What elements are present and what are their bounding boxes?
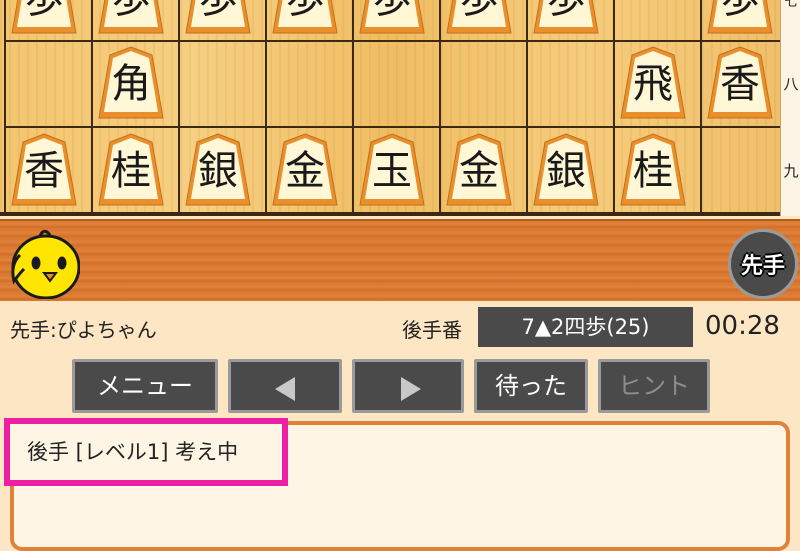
- status-highlight: 後手 [レベル1] 考え中: [4, 418, 288, 486]
- grid-line: [439, 0, 441, 216]
- rank-label-8: 八: [783, 75, 799, 93]
- rank-label-9: 九: [783, 162, 799, 180]
- last-move-display: 7▲2四歩(25): [478, 307, 693, 347]
- grid-line: [4, 126, 780, 128]
- turn-badge-label: 先手: [740, 254, 785, 279]
- piece-char: 玉: [372, 148, 412, 194]
- grid-line: [613, 0, 615, 216]
- piece-char: 歩: [444, 0, 514, 23]
- turn-indicator: 後手番: [402, 318, 462, 342]
- rank-label-strip: 七 八 九: [780, 0, 800, 216]
- piece-char: 角: [111, 61, 151, 107]
- piece-char: 歩: [183, 0, 253, 23]
- rank-label-partial: 七: [784, 0, 798, 10]
- undo-button[interactable]: 待った: [474, 359, 588, 413]
- piece-char: 桂: [633, 148, 673, 194]
- grid-line: [4, 40, 780, 42]
- piece-char: 歩: [270, 0, 340, 23]
- piece-stand[interactable]: [0, 219, 800, 301]
- piece-char: 歩: [705, 0, 775, 23]
- piece-char: 金: [459, 148, 499, 194]
- grid-line: [526, 0, 528, 216]
- grid-line: [700, 0, 702, 216]
- player-name: 先手:ぴよちゃん: [10, 318, 157, 342]
- piece-char: 歩: [96, 0, 166, 23]
- menu-button[interactable]: メニュー: [72, 359, 218, 413]
- shogi-piece[interactable]: 桂: [96, 132, 166, 208]
- shogi-piece-pawn[interactable]: 歩: [9, 0, 79, 36]
- piece-char: 香: [720, 61, 760, 107]
- triangle-left-icon: [275, 377, 295, 401]
- shogi-piece[interactable]: 玉: [357, 132, 427, 208]
- shogi-piece[interactable]: 香: [9, 132, 79, 208]
- shogi-board[interactable]: 歩歩歩歩歩歩歩歩角飛香香桂銀金玉金銀桂: [0, 0, 780, 216]
- shogi-piece-pawn[interactable]: 歩: [270, 0, 340, 36]
- piece-char: 銀: [198, 148, 238, 194]
- shogi-piece[interactable]: 銀: [531, 132, 601, 208]
- ai-thinking-status: 後手 [レベル1] 考え中: [27, 440, 239, 464]
- game-timer: 00:28: [705, 311, 780, 341]
- next-move-button[interactable]: [352, 359, 464, 413]
- piece-char: 金: [285, 148, 325, 194]
- shogi-piece-pawn[interactable]: 歩: [357, 0, 427, 36]
- hint-button[interactable]: ヒント: [598, 359, 710, 413]
- shogi-piece[interactable]: 金: [270, 132, 340, 208]
- triangle-right-icon: [401, 377, 421, 401]
- piece-char: 歩: [357, 0, 427, 23]
- shogi-piece-pawn[interactable]: 歩: [705, 0, 775, 36]
- piece-char: 香: [24, 148, 64, 194]
- prev-move-button[interactable]: [228, 359, 342, 413]
- shogi-piece-pawn[interactable]: 歩: [531, 0, 601, 36]
- grid-line: [265, 0, 267, 216]
- piece-char: 歩: [531, 0, 601, 23]
- turn-badge: 先手: [728, 229, 798, 299]
- piece-char: 銀: [546, 148, 586, 194]
- shogi-piece[interactable]: 銀: [183, 132, 253, 208]
- shogi-piece-pawn[interactable]: 歩: [444, 0, 514, 36]
- shogi-piece[interactable]: 桂: [618, 132, 688, 208]
- shogi-piece-pawn[interactable]: 歩: [96, 0, 166, 36]
- chick-icon[interactable]: [6, 225, 81, 300]
- grid-line: [4, 0, 6, 216]
- piece-char: 桂: [111, 148, 151, 194]
- grid-line: [178, 0, 180, 216]
- shogi-piece[interactable]: 金: [444, 132, 514, 208]
- shogi-piece-pawn[interactable]: 歩: [183, 0, 253, 36]
- piece-char: 歩: [9, 0, 79, 23]
- piece-char: 飛: [633, 61, 673, 107]
- grid-line: [352, 0, 354, 216]
- shogi-piece[interactable]: 角: [96, 45, 166, 121]
- board-edge: [0, 212, 780, 216]
- grid-line: [91, 0, 93, 216]
- shogi-piece[interactable]: 香: [705, 45, 775, 121]
- shogi-piece[interactable]: 飛: [618, 45, 688, 121]
